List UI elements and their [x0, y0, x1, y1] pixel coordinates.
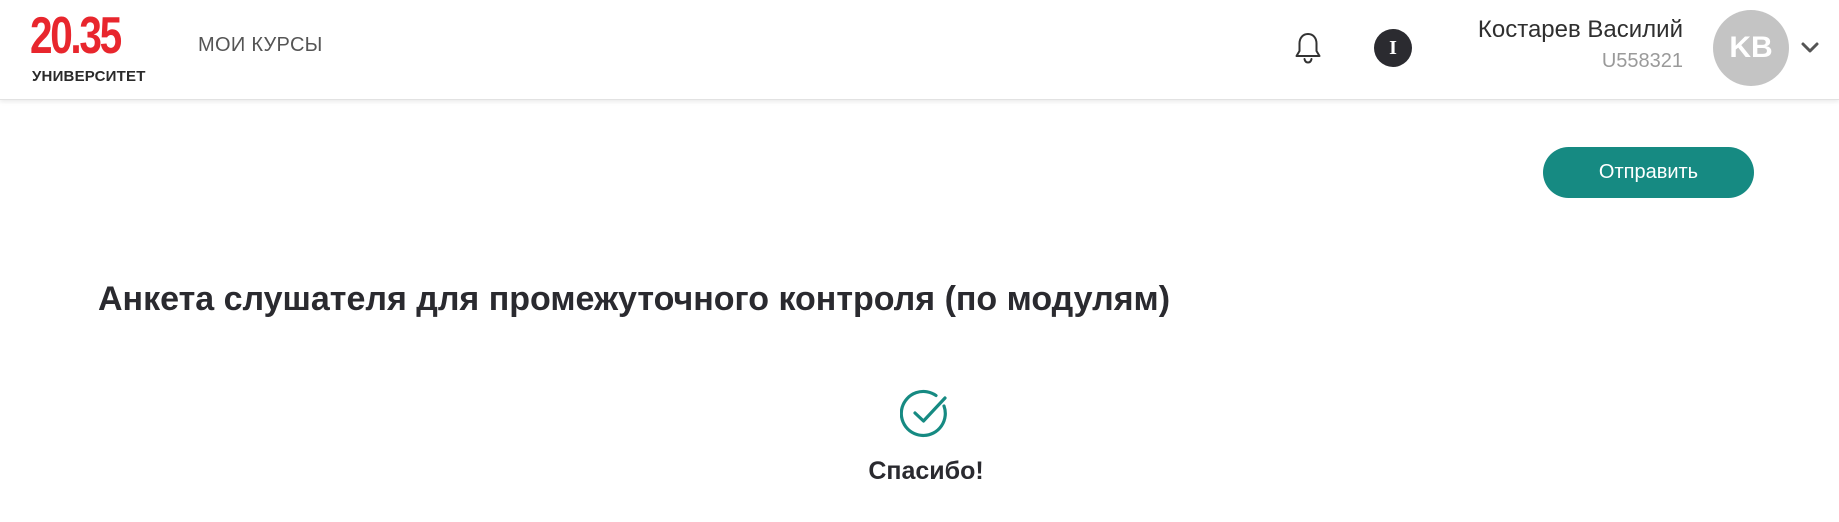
- user-id: U558321: [1601, 50, 1683, 72]
- bell-icon[interactable]: [1292, 30, 1324, 66]
- avatar[interactable]: KB: [1713, 10, 1789, 86]
- logo-number: 20.35: [30, 7, 122, 65]
- top-bar: 20.35 УНИВЕРСИТЕТ МОИ КУРСЫ I Костарев В…: [0, 0, 1839, 100]
- logo-subtitle: УНИВЕРСИТЕТ: [32, 68, 146, 85]
- chevron-down-icon-graphic: [1801, 42, 1819, 53]
- submit-button[interactable]: Отправить: [1543, 147, 1754, 198]
- check-circle-icon: [899, 388, 952, 440]
- page-title: Анкета слушателя для промежуточного конт…: [98, 280, 1171, 318]
- user-name: Костарев Василий: [1477, 16, 1683, 43]
- thank-you-message: Спасибо!: [868, 457, 984, 485]
- bell-icon-graphic: [1295, 33, 1321, 64]
- chevron-down-icon[interactable]: [1800, 38, 1820, 58]
- university-logo[interactable]: 20.35 УНИВЕРСИТЕТ: [26, 10, 156, 90]
- nav-my-courses[interactable]: МОИ КУРСЫ: [198, 34, 323, 57]
- info-button[interactable]: I: [1374, 29, 1412, 67]
- check-circle-icon-graphic: [899, 389, 947, 438]
